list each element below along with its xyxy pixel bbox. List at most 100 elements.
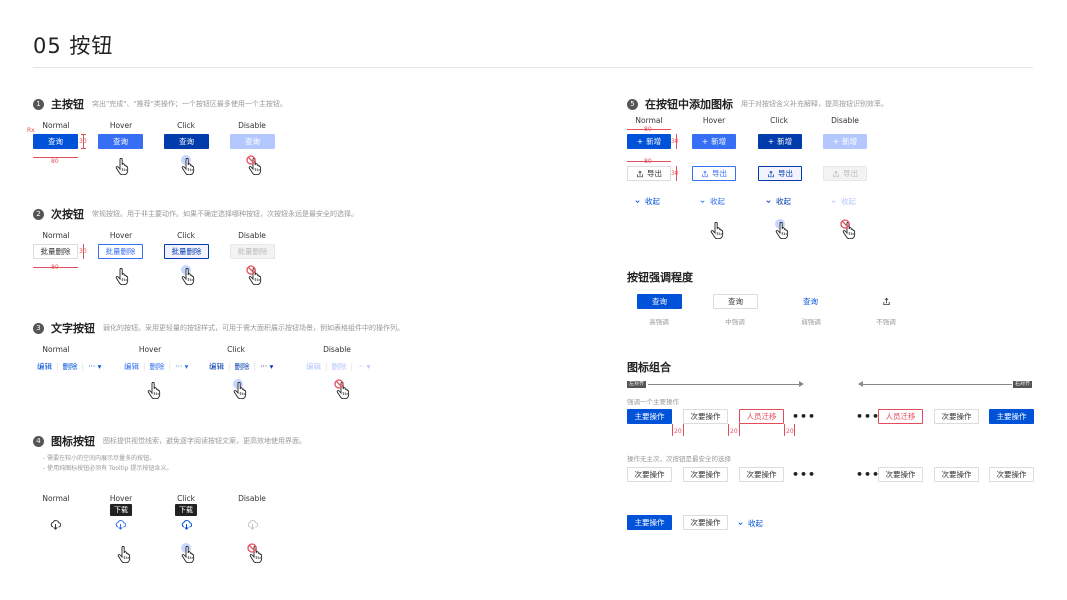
not-allowed-icon: [247, 543, 257, 553]
state-label-click: Click: [770, 116, 788, 125]
high-emphasis-button[interactable]: 查询: [637, 294, 682, 309]
more-link[interactable]: ··· ▾: [88, 362, 101, 371]
spacing-mark: [683, 424, 684, 436]
secondary-action-button[interactable]: 次要操作: [683, 467, 728, 482]
right-align-tag: 右对齐: [1013, 381, 1033, 388]
main-action-button[interactable]: 主要操作: [989, 409, 1034, 424]
secondary-action-button[interactable]: 次要操作: [683, 409, 728, 424]
collapse-link-normal[interactable]: 收起: [634, 196, 660, 207]
state-label-normal: Normal: [635, 116, 663, 125]
dim-height-30: 30: [671, 138, 679, 145]
not-allowed-icon: [334, 379, 344, 389]
page-title: 05 按钮: [33, 34, 114, 58]
section-primary-header: 1 主按钮 突出"完成"、"推荐"类操作；一个按钮区最多使用一个主按钮。: [33, 96, 287, 112]
not-allowed-icon: [246, 155, 256, 165]
more-link[interactable]: ··· ▾: [260, 362, 273, 371]
section-text-button-header: 3 文字按钮 弱化的按钮。采用更轻量的按钮样式，可用于需大面积展示按钮场景，例如…: [33, 320, 404, 336]
state-label-click: Click: [177, 231, 195, 240]
chevron-down-icon: [634, 198, 641, 205]
emphasis-label: 弱强调: [801, 318, 821, 326]
add-button-normal[interactable]: + 新增: [627, 134, 671, 149]
secondary-button-normal[interactable]: 批量删除: [33, 244, 78, 259]
secondary-action-button[interactable]: 次要操作: [934, 467, 979, 482]
state-label-normal: Normal: [42, 494, 70, 503]
collapse-link[interactable]: 收起: [737, 518, 763, 529]
section-note: - 使用纯图标按钮必须有 Tooltip 提示按钮含义。: [43, 465, 173, 472]
secondary-button-disabled: 批量删除: [230, 244, 275, 259]
secondary-action-button[interactable]: 次要操作: [627, 467, 672, 482]
add-button-hover[interactable]: + 新增: [692, 134, 736, 149]
arrow-right-icon: [799, 381, 804, 387]
dim-height-30: 30: [79, 248, 87, 255]
more-link[interactable]: ··· ▾: [175, 362, 188, 371]
edit-link[interactable]: 编辑: [37, 361, 52, 372]
more-icon[interactable]: •••: [856, 468, 880, 481]
caret-down-icon: ▾: [366, 362, 371, 371]
export-button-hover[interactable]: 导出: [692, 166, 736, 181]
section-desc: 图标提供视觉线索，避免逐字阅读按钮文案，更高效地使用界面。: [103, 437, 306, 445]
medium-emphasis-button[interactable]: 查询: [713, 294, 758, 309]
delete-link[interactable]: 删除: [150, 361, 165, 372]
more-icon[interactable]: •••: [792, 468, 816, 481]
download-icon[interactable]: [115, 519, 126, 530]
secondary-action-button[interactable]: 次要操作: [934, 409, 979, 424]
delete-link[interactable]: 删除: [63, 361, 78, 372]
primary-button-disabled: 查询: [230, 134, 275, 149]
export-icon: [832, 170, 840, 178]
edit-link[interactable]: 编辑: [124, 361, 139, 372]
main-action-button[interactable]: 主要操作: [627, 515, 672, 530]
chevron-down-icon: [830, 198, 837, 205]
export-button-normal[interactable]: 导出: [627, 166, 671, 181]
delete-link[interactable]: 删除: [235, 361, 250, 372]
hand-cursor-icon: [147, 382, 161, 399]
state-label-disable: Disable: [323, 345, 351, 354]
hand-cursor-icon: [181, 268, 195, 285]
low-emphasis-button[interactable]: 查询: [788, 294, 833, 309]
export-icon[interactable]: [882, 297, 891, 306]
collapse-link-disabled: 收起: [830, 196, 856, 207]
more-icon[interactable]: •••: [792, 410, 816, 423]
spacing-20: 20: [730, 428, 738, 435]
secondary-button-hover[interactable]: 批量删除: [98, 244, 143, 259]
secondary-button-click[interactable]: 批量删除: [164, 244, 209, 259]
hand-cursor-icon: [117, 546, 131, 563]
section-title: 次按钮: [51, 208, 84, 221]
download-icon[interactable]: [181, 519, 192, 530]
spacing-20: 20: [786, 428, 794, 435]
primary-button-click[interactable]: 查询: [164, 134, 209, 149]
not-allowed-icon: [246, 265, 256, 275]
combo-title: 图标组合: [627, 361, 671, 374]
primary-button-normal[interactable]: 查询: [33, 134, 78, 149]
state-label-click: Click: [177, 494, 195, 503]
export-button-click[interactable]: 导出: [758, 166, 802, 181]
primary-button-hover[interactable]: 查询: [98, 134, 143, 149]
section-note: - 需要在较小的空间内展示尽量多的按钮。: [43, 455, 156, 462]
plus-icon: +: [701, 137, 709, 146]
plus-icon: +: [767, 137, 775, 146]
download-icon: [247, 519, 258, 530]
secondary-action-button[interactable]: 次要操作: [739, 467, 784, 482]
export-button-disabled: 导出: [823, 166, 867, 181]
secondary-action-button[interactable]: 次要操作: [878, 467, 923, 482]
text-buttons-click: 编辑 | 删除 | ··· ▾: [209, 361, 274, 372]
main-action-button[interactable]: 主要操作: [627, 409, 672, 424]
chevron-down-icon: [699, 198, 706, 205]
hand-cursor-icon: [115, 158, 129, 175]
migrate-staff-button[interactable]: 人员迁移: [739, 409, 784, 424]
collapse-link-hover[interactable]: 收起: [699, 196, 725, 207]
add-button-click[interactable]: + 新增: [758, 134, 802, 149]
emphasis-label: 高强调: [649, 318, 669, 326]
secondary-action-button[interactable]: 次要操作: [989, 467, 1034, 482]
tooltip: 下载: [175, 504, 197, 516]
more-link: ··· ▾: [357, 362, 371, 371]
combo-line-label: 强调一个主要操作: [627, 398, 679, 406]
migrate-staff-button[interactable]: 人员迁移: [878, 409, 923, 424]
download-icon[interactable]: [50, 519, 61, 530]
secondary-action-button[interactable]: 次要操作: [683, 515, 728, 530]
collapse-link-click[interactable]: 收起: [765, 196, 791, 207]
edit-link[interactable]: 编辑: [209, 361, 224, 372]
hand-cursor-icon: [233, 382, 247, 399]
state-label-normal: Normal: [42, 231, 70, 240]
state-label-disable: Disable: [831, 116, 859, 125]
more-icon[interactable]: •••: [856, 410, 880, 423]
